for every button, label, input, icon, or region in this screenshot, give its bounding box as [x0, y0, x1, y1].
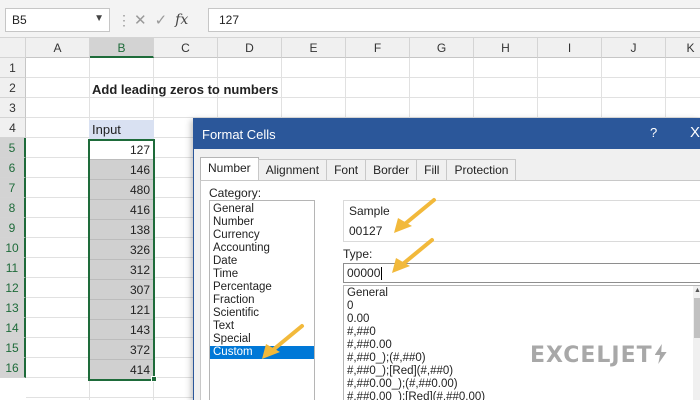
tab-fill[interactable]: Fill [416, 159, 448, 181]
dialog-title-bar[interactable]: Format Cells ? X [194, 119, 700, 149]
column-header-k[interactable]: K [666, 38, 700, 58]
column-header-f[interactable]: F [346, 38, 410, 58]
chevron-down-icon[interactable]: ▼ [94, 13, 104, 24]
category-item-general[interactable]: General [210, 203, 314, 216]
row-header-8[interactable]: 8 [0, 198, 26, 218]
input-cell[interactable]: 416 [89, 200, 154, 220]
name-box-value: B5 [12, 13, 27, 27]
formula-icons: ✕ ✓ fx [128, 8, 204, 32]
sample-label: Sample [346, 204, 393, 218]
tab-number[interactable]: Number [200, 157, 259, 181]
drag-handle-icon[interactable]: ⋮ [117, 12, 131, 28]
row-header-11[interactable]: 11 [0, 258, 26, 278]
row-header-16[interactable]: 16 [0, 358, 26, 378]
text-caret [381, 267, 383, 281]
column-header-d[interactable]: D [218, 38, 282, 58]
help-button[interactable]: ? [650, 125, 657, 140]
category-item-fraction[interactable]: Fraction [210, 294, 314, 307]
column-header-j[interactable]: J [602, 38, 666, 58]
row-header-7[interactable]: 7 [0, 178, 26, 198]
formula-bar: B5 ▼ ⋮ ✕ ✓ fx 127 [0, 0, 700, 38]
format-list-scrollbar[interactable]: ▲ [693, 286, 700, 400]
column-header-b[interactable]: B [90, 38, 154, 58]
format-code-item[interactable]: #,##0 [344, 326, 700, 339]
watermark-text: EXCELJET [530, 343, 653, 368]
tab-alignment[interactable]: Alignment [257, 159, 328, 181]
column-header-a[interactable]: A [26, 38, 90, 58]
row-header-14[interactable]: 14 [0, 318, 26, 338]
arrow-icon [262, 324, 304, 359]
sheet-title[interactable]: Add leading zeros to numbers [92, 82, 278, 97]
row-header-4[interactable]: 4 [0, 118, 26, 138]
tab-border[interactable]: Border [365, 159, 418, 181]
column-header-h[interactable]: H [474, 38, 538, 58]
category-list[interactable]: General Number Currency Accounting Date Time P… [209, 200, 315, 400]
dialog-title: Format Cells [202, 126, 276, 142]
row-header-15[interactable]: 15 [0, 338, 26, 358]
input-cell[interactable]: 307 [89, 280, 154, 300]
select-all-corner[interactable] [0, 38, 26, 58]
input-cell[interactable]: 143 [89, 320, 154, 340]
column-header-i[interactable]: I [538, 38, 602, 58]
category-item-scientific[interactable]: Scientific [210, 307, 314, 320]
row-header-12[interactable]: 12 [0, 278, 26, 298]
column-header-c[interactable]: C [154, 38, 218, 58]
formula-input[interactable]: 127 [208, 8, 700, 32]
category-item-percentage[interactable]: Percentage [210, 281, 314, 294]
category-item-number[interactable]: Number [210, 216, 314, 229]
input-cell[interactable]: 372 [89, 340, 154, 360]
close-button[interactable]: X [690, 124, 700, 141]
row-header-9[interactable]: 9 [0, 218, 26, 238]
row-header-2[interactable]: 2 [0, 78, 26, 98]
cancel-icon[interactable]: ✕ [134, 11, 147, 29]
input-cell[interactable]: 480 [89, 180, 154, 200]
format-code-item[interactable]: 0.00 [344, 313, 700, 326]
tab-protection[interactable]: Protection [446, 159, 517, 181]
category-item-time[interactable]: Time [210, 268, 314, 281]
type-label: Type: [343, 247, 373, 261]
category-item-date[interactable]: Date [210, 255, 314, 268]
input-cell[interactable]: 146 [89, 160, 154, 180]
input-cell[interactable]: 127 [89, 140, 154, 160]
dialog-tabs: Number Alignment Font Border Fill Protection [200, 157, 517, 181]
input-cell[interactable]: 138 [89, 220, 154, 240]
input-cell[interactable]: 121 [89, 300, 154, 320]
format-code-item[interactable]: General [344, 287, 700, 300]
exceljet-logo: EXCELJET [530, 343, 667, 368]
tab-font[interactable]: Font [326, 159, 367, 181]
category-label: Category: [209, 186, 262, 200]
check-icon[interactable]: ✓ [155, 11, 168, 29]
scroll-thumb[interactable] [694, 298, 700, 338]
row-header-5[interactable]: 5 [0, 138, 26, 158]
row-header-13[interactable]: 13 [0, 298, 26, 318]
sample-value: 00127 [349, 224, 383, 238]
row-header-3[interactable]: 3 [0, 98, 26, 118]
format-code-item[interactable]: #,##0.00_);[Red](#,##0.00) [344, 391, 700, 400]
column-header-e[interactable]: E [282, 38, 346, 58]
arrow-icon [394, 198, 436, 233]
format-code-item[interactable]: #,##0.00_);(#,##0.00) [344, 378, 700, 391]
format-code-item[interactable]: 0 [344, 300, 700, 313]
row-header-1[interactable]: 1 [0, 58, 26, 78]
row-header-10[interactable]: 10 [0, 238, 26, 258]
category-item-currency[interactable]: Currency [210, 229, 314, 242]
category-item-accounting[interactable]: Accounting [210, 242, 314, 255]
scroll-up-icon[interactable]: ▲ [693, 286, 700, 296]
formula-value: 127 [219, 13, 240, 27]
bolt-icon [654, 344, 667, 364]
fill-handle[interactable] [151, 376, 157, 382]
name-box[interactable]: B5 ▼ [5, 8, 110, 32]
arrow-icon [392, 238, 434, 273]
input-cell[interactable]: 312 [89, 260, 154, 280]
input-header-cell[interactable]: Input [89, 120, 154, 140]
input-cell[interactable]: 326 [89, 240, 154, 260]
type-value: 00000 [347, 266, 381, 280]
insert-function-icon[interactable]: fx [175, 12, 188, 28]
row-header-6[interactable]: 6 [0, 158, 26, 178]
input-cell[interactable]: 414 [89, 360, 154, 380]
column-header-g[interactable]: G [410, 38, 474, 58]
